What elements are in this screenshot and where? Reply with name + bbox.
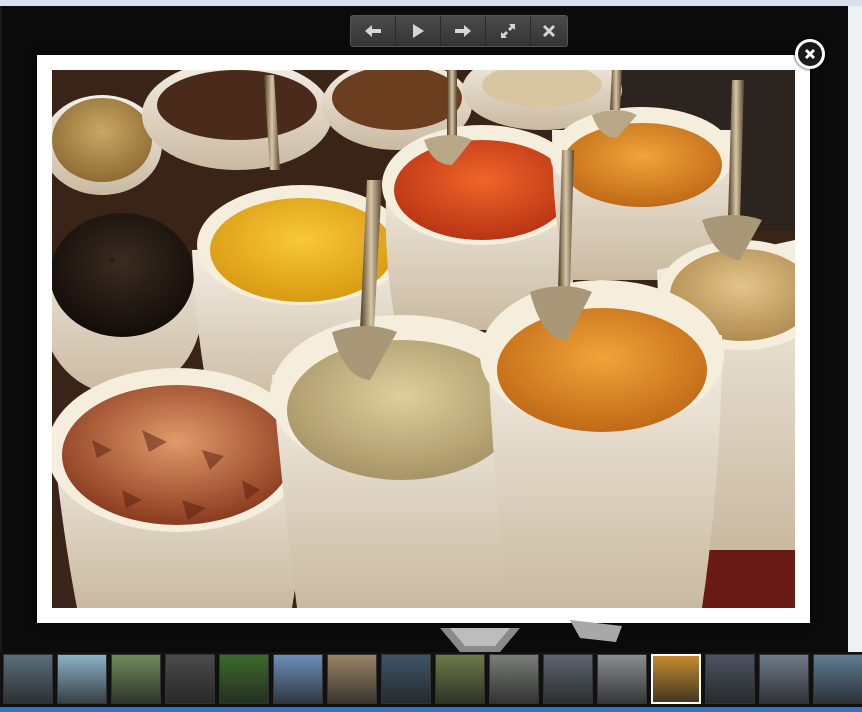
thumbnail-3[interactable] xyxy=(111,654,161,704)
thumbnail-16[interactable] xyxy=(813,654,862,704)
thumbnail-14[interactable] xyxy=(705,654,755,704)
arrow-left-icon xyxy=(365,25,381,37)
slideshow-toolbar xyxy=(350,15,568,47)
thumbnail-1[interactable] xyxy=(3,654,53,704)
fullscreen-button[interactable] xyxy=(486,16,531,46)
thumbnail-15[interactable] xyxy=(759,654,809,704)
thumbnail-6[interactable] xyxy=(273,654,323,704)
expand-icon xyxy=(501,24,515,38)
window-left-edge xyxy=(0,6,2,652)
thumbnail-2[interactable] xyxy=(57,654,107,704)
taskbar-edge xyxy=(0,707,862,712)
window-top-edge xyxy=(0,0,862,6)
main-photo[interactable] xyxy=(52,70,795,608)
thumbnail-12[interactable] xyxy=(597,654,647,704)
thumbnail-9[interactable] xyxy=(435,654,485,704)
page-scroll-edge xyxy=(848,6,862,652)
play-icon xyxy=(413,24,424,38)
thumbnail-8[interactable] xyxy=(381,654,431,704)
close-icon xyxy=(543,25,555,37)
next-button[interactable] xyxy=(441,16,486,46)
close-circle-icon xyxy=(805,49,815,59)
thumbnail-4[interactable] xyxy=(165,654,215,704)
close-viewer-button[interactable] xyxy=(795,39,825,69)
thumbnail-11[interactable] xyxy=(543,654,593,704)
play-button[interactable] xyxy=(396,16,441,46)
image-stack-decoration xyxy=(440,620,622,652)
thumbnail-7[interactable] xyxy=(327,654,377,704)
thumbnail-10[interactable] xyxy=(489,654,539,704)
thumbnail-strip xyxy=(0,652,862,707)
previous-button[interactable] xyxy=(351,16,396,46)
arrow-right-icon xyxy=(455,25,471,37)
image-frame xyxy=(37,55,810,623)
thumbnail-13[interactable] xyxy=(651,654,701,704)
spice-sacks-image xyxy=(52,70,795,608)
thumbnail-5[interactable] xyxy=(219,654,269,704)
close-toolbar-button[interactable] xyxy=(531,16,567,46)
